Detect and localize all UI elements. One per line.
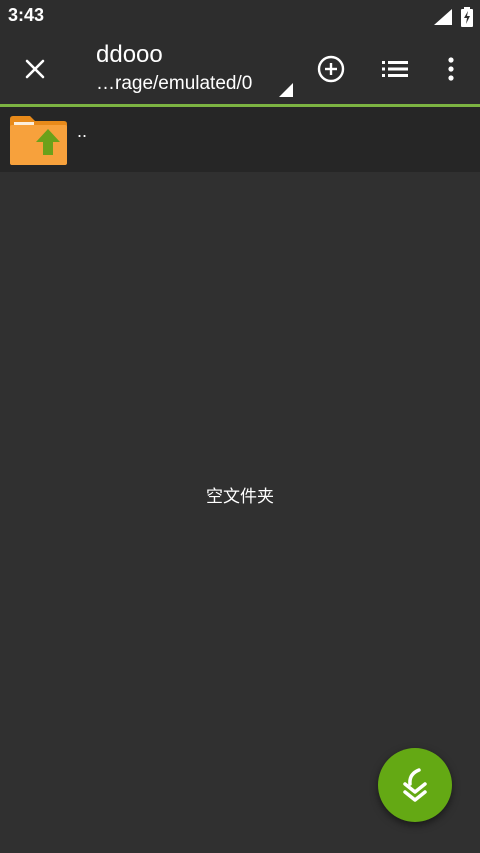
fab-download-button[interactable] [378,748,452,822]
battery-charging-icon [461,7,473,27]
folder-path: …rage/emulated/0 [96,73,253,94]
dropdown-triangle-icon [279,83,293,97]
list-item[interactable]: .. [0,107,480,172]
toolbar: ddooo …rage/emulated/0 [0,34,480,104]
more-vert-icon [448,57,454,81]
status-bar: 3:43 [0,0,480,34]
signal-icon [434,9,452,25]
add-button[interactable] [308,46,354,92]
empty-folder-message: 空文件夹 [206,487,274,507]
file-name: .. [77,121,88,141]
list-view-icon [382,61,408,77]
folder-title: ddooo [96,41,163,68]
list-view-button[interactable] [372,46,418,92]
more-options-button[interactable] [428,46,474,92]
folder-up-icon [10,116,67,165]
title-block[interactable]: ddooo …rage/emulated/0 [96,40,296,98]
download-arrow-icon [403,768,427,802]
close-button[interactable] [12,46,58,92]
status-time: 3:43 [8,5,45,25]
add-circle-icon [317,55,345,83]
close-icon [25,59,45,79]
